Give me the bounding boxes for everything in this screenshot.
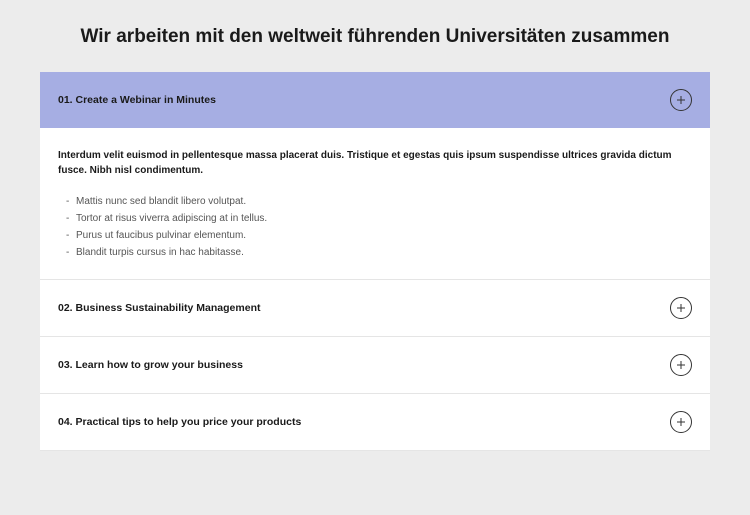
- page-title: Wir arbeiten mit den weltweit führenden …: [40, 24, 710, 50]
- plus-icon: [670, 297, 692, 319]
- plus-icon: [670, 411, 692, 433]
- accordion-label: 04. Practical tips to help you price you…: [58, 416, 301, 428]
- accordion-item: 01. Create a Webinar in Minutes Interdum…: [40, 72, 710, 280]
- list-item: Blandit turpis cursus in hac habitasse.: [66, 244, 692, 261]
- accordion-header-02[interactable]: 02. Business Sustainability Management: [40, 280, 710, 336]
- list-item: Purus ut faucibus pulvinar elementum.: [66, 227, 692, 244]
- accordion-header-03[interactable]: 03. Learn how to grow your business: [40, 337, 710, 393]
- accordion-header-01[interactable]: 01. Create a Webinar in Minutes: [40, 72, 710, 128]
- accordion-body: Interdum velit euismod in pellentesque m…: [40, 128, 710, 279]
- accordion-label: 03. Learn how to grow your business: [58, 359, 243, 371]
- accordion-item: 03. Learn how to grow your business: [40, 337, 710, 394]
- plus-icon: [670, 89, 692, 111]
- plus-icon: [670, 354, 692, 376]
- accordion-header-04[interactable]: 04. Practical tips to help you price you…: [40, 394, 710, 450]
- accordion-item: 02. Business Sustainability Management: [40, 280, 710, 337]
- list-item: Tortor at risus viverra adipiscing at in…: [66, 210, 692, 227]
- accordion-label: 02. Business Sustainability Management: [58, 302, 260, 314]
- accordion-intro: Interdum velit euismod in pellentesque m…: [58, 148, 692, 179]
- accordion: 01. Create a Webinar in Minutes Interdum…: [40, 72, 710, 451]
- accordion-label: 01. Create a Webinar in Minutes: [58, 94, 216, 106]
- list-item: Mattis nunc sed blandit libero volutpat.: [66, 193, 692, 210]
- accordion-list: Mattis nunc sed blandit libero volutpat.…: [58, 193, 692, 261]
- accordion-item: 04. Practical tips to help you price you…: [40, 394, 710, 451]
